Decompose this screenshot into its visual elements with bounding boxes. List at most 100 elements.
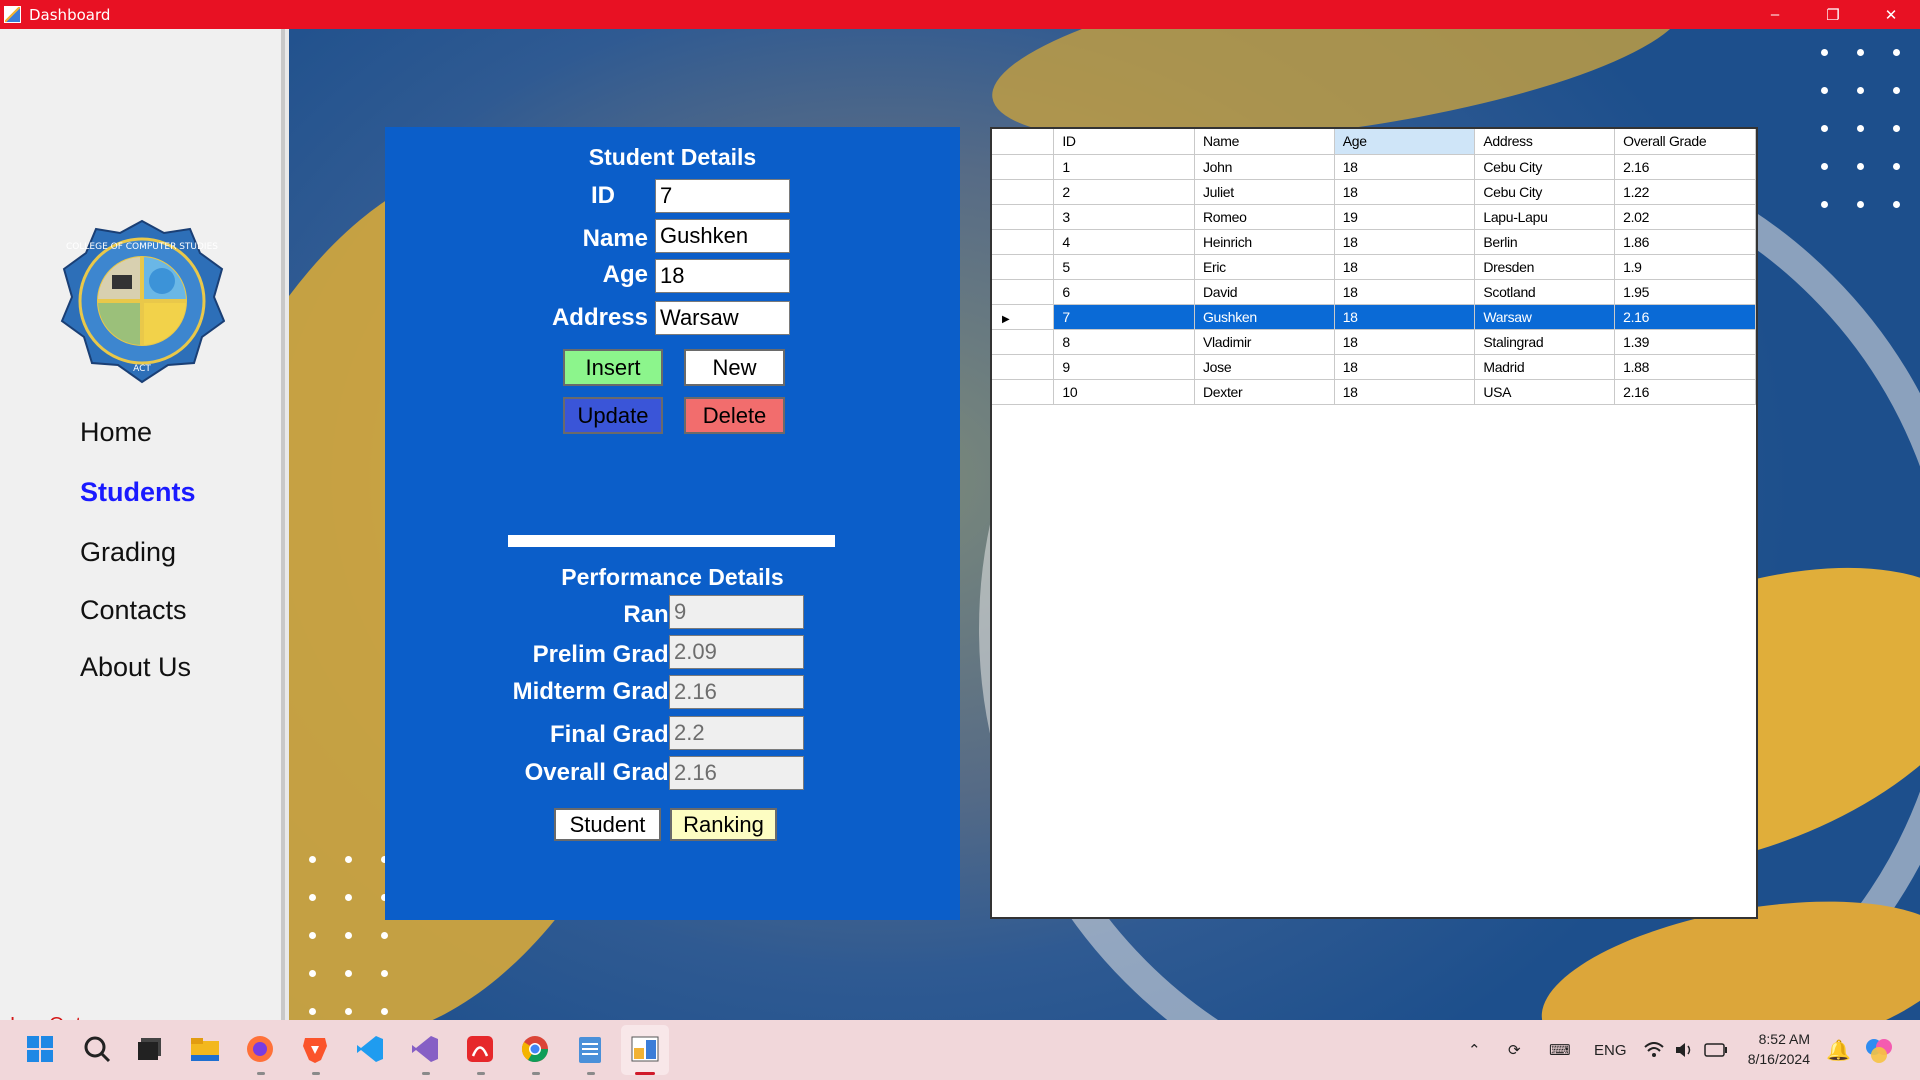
- row-header[interactable]: [992, 229, 1055, 255]
- cell-id[interactable]: 9: [1053, 354, 1195, 380]
- ranking-button[interactable]: Ranking: [670, 808, 777, 841]
- cell-address[interactable]: Berlin: [1474, 229, 1616, 255]
- cell-overall-grade[interactable]: 2.16: [1614, 379, 1756, 405]
- row-header[interactable]: [992, 329, 1055, 355]
- column-header-name[interactable]: Name: [1194, 129, 1335, 155]
- cell-id[interactable]: 10: [1053, 379, 1195, 405]
- cell-overall-grade[interactable]: 1.88: [1614, 354, 1756, 380]
- cell-age[interactable]: 19: [1334, 204, 1476, 230]
- cell-name[interactable]: Jose: [1194, 354, 1335, 380]
- close-button[interactable]: ✕: [1862, 0, 1920, 29]
- column-header-id[interactable]: ID: [1053, 129, 1195, 155]
- cell-id[interactable]: 8: [1053, 329, 1195, 355]
- cell-age[interactable]: 18: [1334, 329, 1476, 355]
- students-data-grid[interactable]: ID Name Age Address Overall Grade 1 John 1…: [990, 127, 1758, 919]
- cell-overall-grade[interactable]: 1.22: [1614, 179, 1756, 205]
- table-row[interactable]: 2 Juliet 18 Cebu City 1.22: [992, 179, 1756, 205]
- table-row[interactable]: 1 John 18 Cebu City 2.16: [992, 154, 1756, 180]
- cell-age[interactable]: 18: [1334, 154, 1476, 180]
- cell-overall-grade[interactable]: 2.16: [1614, 304, 1756, 330]
- cell-id[interactable]: 3: [1053, 204, 1195, 230]
- row-header[interactable]: [992, 254, 1055, 280]
- prelim-grade-field[interactable]: 2.09: [669, 635, 804, 669]
- table-row[interactable]: 10 Dexter 18 USA 2.16: [992, 379, 1756, 405]
- cell-id[interactable]: 1: [1053, 154, 1195, 180]
- final-grade-field[interactable]: 2.2: [669, 716, 804, 750]
- row-header[interactable]: [992, 279, 1055, 305]
- cell-name[interactable]: Vladimir: [1194, 329, 1335, 355]
- table-row[interactable]: ▶ 7 Gushken 18 Warsaw 2.16: [992, 304, 1756, 330]
- cell-address[interactable]: Dresden: [1474, 254, 1616, 280]
- cell-address[interactable]: Madrid: [1474, 354, 1616, 380]
- cell-address[interactable]: Lapu-Lapu: [1474, 204, 1616, 230]
- column-header-age[interactable]: Age: [1334, 129, 1476, 155]
- new-button[interactable]: New: [684, 349, 785, 386]
- table-row[interactable]: 9 Jose 18 Madrid 1.88: [992, 354, 1756, 380]
- table-row[interactable]: 8 Vladimir 18 Stalingrad 1.39: [992, 329, 1756, 355]
- table-row[interactable]: 3 Romeo 19 Lapu-Lapu 2.02: [992, 204, 1756, 230]
- maximize-button[interactable]: ❐: [1804, 0, 1862, 29]
- cell-address[interactable]: Warsaw: [1474, 304, 1616, 330]
- cell-name[interactable]: Heinrich: [1194, 229, 1335, 255]
- cell-address[interactable]: USA: [1474, 379, 1616, 405]
- minimize-button[interactable]: –: [1746, 0, 1804, 29]
- row-header[interactable]: [992, 204, 1055, 230]
- visual-studio-icon[interactable]: [408, 1032, 442, 1066]
- table-row[interactable]: 4 Heinrich 18 Berlin 1.86: [992, 229, 1756, 255]
- row-header[interactable]: [992, 179, 1055, 205]
- cell-age[interactable]: 18: [1334, 304, 1476, 330]
- cell-address[interactable]: Stalingrad: [1474, 329, 1616, 355]
- file-explorer-icon[interactable]: [188, 1032, 222, 1066]
- cell-name[interactable]: Juliet: [1194, 179, 1335, 205]
- cell-age[interactable]: 18: [1334, 279, 1476, 305]
- address-field[interactable]: Warsaw: [655, 301, 790, 335]
- cell-age[interactable]: 18: [1334, 379, 1476, 405]
- cell-id[interactable]: 7: [1053, 304, 1195, 330]
- cell-name[interactable]: Eric: [1194, 254, 1335, 280]
- cell-address[interactable]: Cebu City: [1474, 154, 1616, 180]
- table-row[interactable]: 6 David 18 Scotland 1.95: [992, 279, 1756, 305]
- volume-icon[interactable]: [1674, 1020, 1694, 1080]
- row-header[interactable]: [992, 354, 1055, 380]
- wifi-icon[interactable]: [1644, 1020, 1664, 1080]
- rank-field[interactable]: 9: [669, 595, 804, 629]
- nav-grading[interactable]: Grading: [80, 537, 176, 568]
- row-header[interactable]: ▶: [992, 304, 1055, 330]
- cell-address[interactable]: Cebu City: [1474, 179, 1616, 205]
- tray-overflow-icon[interactable]: ⌃: [1468, 1020, 1481, 1080]
- cell-age[interactable]: 18: [1334, 254, 1476, 280]
- row-header[interactable]: [992, 379, 1055, 405]
- battery-icon[interactable]: [1704, 1020, 1728, 1080]
- cell-id[interactable]: 2: [1053, 179, 1195, 205]
- task-view-icon[interactable]: [133, 1032, 167, 1066]
- search-icon[interactable]: [80, 1032, 114, 1066]
- keyboard-icon[interactable]: ⌨: [1549, 1020, 1571, 1080]
- update-button[interactable]: Update: [563, 397, 663, 434]
- cell-name[interactable]: Gushken: [1194, 304, 1335, 330]
- name-field[interactable]: Gushken: [655, 219, 790, 253]
- windows-start-icon[interactable]: [23, 1032, 57, 1066]
- cell-name[interactable]: Dexter: [1194, 379, 1335, 405]
- student-button[interactable]: Student: [554, 808, 661, 841]
- vscode-icon[interactable]: [353, 1032, 387, 1066]
- cell-id[interactable]: 5: [1053, 254, 1195, 280]
- firefox-icon[interactable]: [243, 1032, 277, 1066]
- nav-students[interactable]: Students: [80, 477, 196, 508]
- midterm-grade-field[interactable]: 2.16: [669, 675, 804, 709]
- id-field[interactable]: 7: [655, 179, 790, 213]
- cell-name[interactable]: John: [1194, 154, 1335, 180]
- adobe-acrobat-icon[interactable]: [463, 1032, 497, 1066]
- cell-overall-grade[interactable]: 1.9: [1614, 254, 1756, 280]
- chrome-icon[interactable]: [518, 1032, 552, 1066]
- cell-overall-grade[interactable]: 2.16: [1614, 154, 1756, 180]
- notification-bell-icon[interactable]: 🔔: [1826, 1020, 1851, 1080]
- cell-age[interactable]: 18: [1334, 354, 1476, 380]
- cell-overall-grade[interactable]: 1.86: [1614, 229, 1756, 255]
- delete-button[interactable]: Delete: [684, 397, 785, 434]
- cell-overall-grade[interactable]: 1.95: [1614, 279, 1756, 305]
- sync-icon[interactable]: ⟳: [1508, 1020, 1521, 1080]
- nav-home[interactable]: Home: [80, 417, 152, 448]
- cell-age[interactable]: 18: [1334, 229, 1476, 255]
- insert-button[interactable]: Insert: [563, 349, 663, 386]
- overall-grade-field[interactable]: 2.16: [669, 756, 804, 790]
